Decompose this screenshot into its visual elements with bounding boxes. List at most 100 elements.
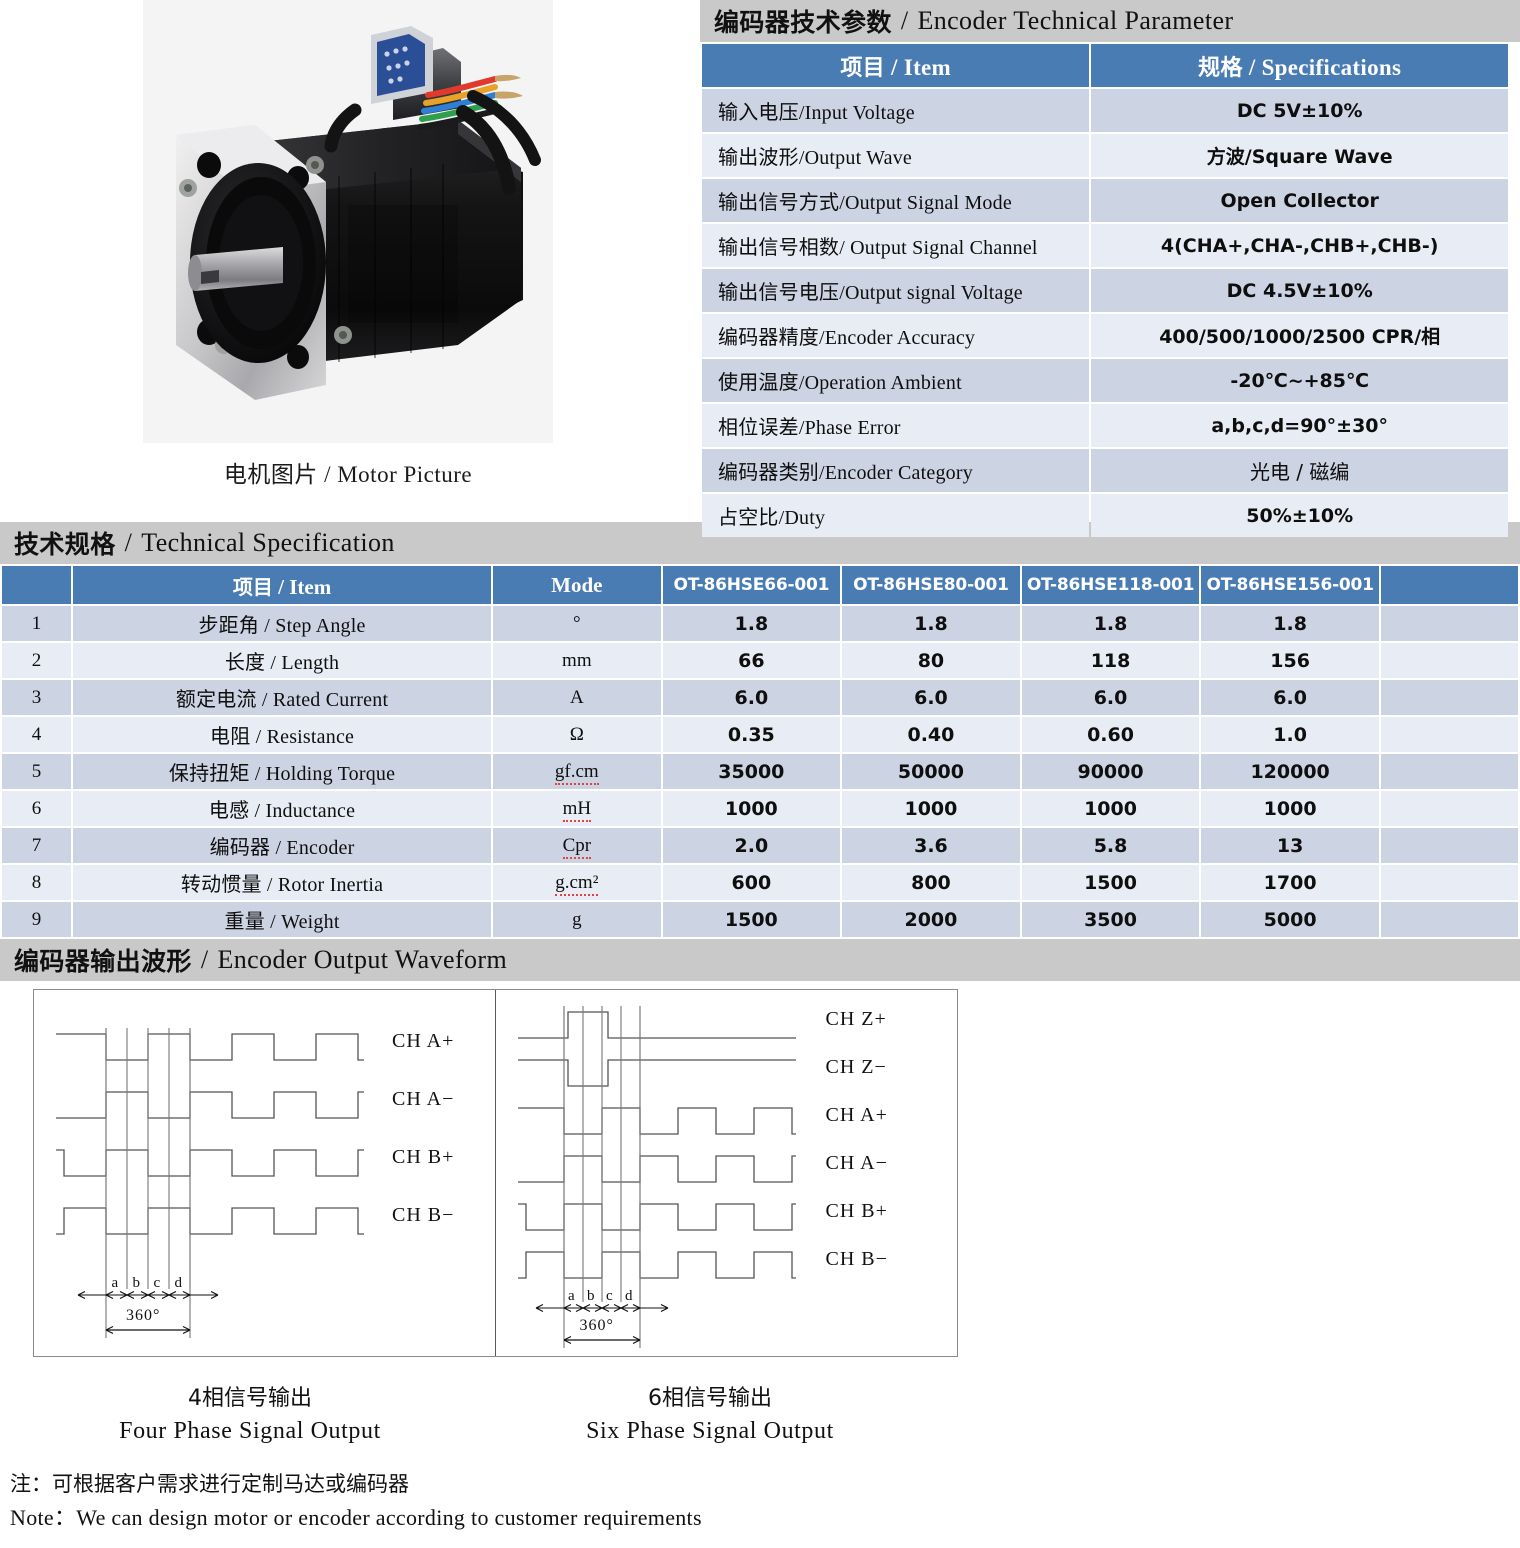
technical-spec-section: 技术规格 / Technical Specification 项目 / Item… [0, 522, 1520, 939]
spec-header-model-2: OT-86HSE80-001 [842, 566, 1020, 604]
encoder-item-value: -20℃~+85℃ [1091, 359, 1508, 402]
spec-row-index: 8 [2, 865, 71, 900]
spec-header-index [2, 566, 71, 604]
table-row: 输入电压/Input Voltage DC 5V±10% [702, 89, 1508, 132]
spec-row-value-2: 0.40 [842, 717, 1020, 752]
waveform-title-cn: 编码器输出波形 [14, 947, 192, 976]
spec-row-value-2: 3.6 [842, 828, 1020, 863]
encoder-item-value: 50%±10% [1091, 494, 1508, 537]
spec-row-unit: Ω [493, 717, 661, 752]
spec-row-value-1: 0.35 [662, 717, 841, 752]
spec-row-value-2: 2000 [842, 902, 1020, 937]
spec-table-header-row: 项目 / Item Mode OT-86HSE66-001 OT-86HSE80-00… [2, 566, 1518, 604]
spec-row-value-1: 600 [662, 865, 841, 900]
table-row: 8 转动惯量 / Rotor Inertia g.cm² 600 800 1500 1700 [2, 865, 1518, 900]
spec-row-unit: ° [493, 606, 661, 641]
encoder-item-label: 输出信号电压/Output signal Voltage [702, 269, 1090, 312]
encoder-item-label: 输出波形/Output Wave [702, 134, 1090, 177]
table-row: 占空比/Duty 50%±10% [702, 494, 1508, 537]
four-phase-caption: 4相信号输出 Four Phase Signal Output [0, 1383, 500, 1448]
spec-row-value-1: 1000 [662, 791, 841, 826]
encoder-header-item-en: Item [903, 54, 951, 80]
motor-photo-column: 电机图片 / Motor Picture [0, 0, 700, 522]
table-row: 3 额定电流 / Rated Current A 6.0 6.0 6.0 6.0 [2, 680, 1518, 715]
spec-row-value-3: 1000 [1021, 791, 1200, 826]
spec-row-unit: gf.cm [493, 754, 661, 789]
encoder-item-label: 输出信号方式/Output Signal Mode [702, 179, 1090, 222]
spec-row-label: 长度 / Length [73, 643, 492, 678]
spec-row-label: 保持扭矩 / Holding Torque [73, 754, 492, 789]
spec-header-model-3: OT-86HSE118-001 [1021, 566, 1200, 604]
spec-row-trailing [1380, 902, 1518, 937]
table-row: 2 长度 / Length mm 66 80 118 156 [2, 643, 1518, 678]
channel-label: CH B− [825, 1248, 888, 1270]
encoder-title-en: Encoder Technical Parameter [917, 6, 1234, 35]
encoder-item-value: 光电 / 磁编 [1091, 449, 1508, 492]
table-row: 7 编码器 / Encoder Cpr 2.0 3.6 5.8 13 [2, 828, 1518, 863]
phase-marker: b [587, 1288, 596, 1304]
encoder-item-label: 占空比/Duty [702, 494, 1090, 537]
spec-row-value-4: 156 [1201, 643, 1379, 678]
spec-row-value-3: 90000 [1021, 754, 1200, 789]
encoder-item-value: 4(CHA+,CHA-,CHB+,CHB-) [1091, 224, 1508, 267]
spec-row-index: 7 [2, 828, 71, 863]
phase-marker: a [111, 1275, 120, 1291]
encoder-item-label: 使用温度/Operation Ambient [702, 359, 1090, 402]
table-row: 4 电阻 / Resistance Ω 0.35 0.40 0.60 1.0 [2, 717, 1518, 752]
spec-row-label: 转动惯量 / Rotor Inertia [73, 865, 492, 900]
table-row: 输出信号方式/Output Signal Mode Open Collector [702, 179, 1508, 222]
channel-label: CH B− [392, 1204, 455, 1226]
table-row: 编码器精度/Encoder Accuracy 400/500/1000/2500 … [702, 314, 1508, 357]
period-label: 360° [126, 1307, 161, 1324]
spec-row-value-4: 6.0 [1201, 680, 1379, 715]
waveform-title-sep: / [200, 945, 209, 974]
spec-row-trailing [1380, 606, 1518, 641]
spec-header-model-1: OT-86HSE66-001 [662, 566, 841, 604]
period-label: 360° [579, 1317, 614, 1334]
waveform-section: 编码器输出波形 / Encoder Output Waveform CH A+ C… [0, 939, 1520, 1448]
spec-title-en: Technical Specification [141, 528, 395, 557]
channel-label: CH B+ [825, 1200, 888, 1222]
spec-header-model-4: OT-86HSE156-001 [1201, 566, 1379, 604]
spec-row-value-1: 6.0 [662, 680, 841, 715]
spec-row-value-3: 0.60 [1021, 717, 1200, 752]
phase-marker: d [174, 1275, 183, 1291]
spec-row-index: 2 [2, 643, 71, 678]
waveform-captions: 4相信号输出 Four Phase Signal Output 6相信号输出 S… [0, 1383, 1520, 1448]
spec-row-value-4: 120000 [1201, 754, 1379, 789]
channel-label: CH A+ [392, 1030, 455, 1052]
waveform-svg [517, 1006, 796, 1348]
footer-notes: 注：可根据客户需求进行定制马达或编码器 Note：We can design m… [10, 1468, 1520, 1535]
spec-row-value-3: 1500 [1021, 865, 1200, 900]
table-row: 输出信号电压/Output signal Voltage DC 4.5V±10% [702, 269, 1508, 312]
channel-label: CH A+ [825, 1104, 888, 1126]
encoder-title-sep: / [900, 6, 909, 35]
four-phase-waveform: CH A+ CH A− CH B+ CH B− a b c d 360° [34, 990, 496, 1356]
table-row: 6 电感 / Inductance mH 1000 1000 1000 1000 [2, 791, 1518, 826]
encoder-header-item-cn: 项目 [840, 55, 885, 81]
spec-row-trailing [1380, 680, 1518, 715]
spec-row-value-3: 6.0 [1021, 680, 1200, 715]
encoder-header-spec-sep: / [1248, 54, 1256, 80]
six-phase-waveform: CH Z+ CH Z− CH A+ CH A− CH B+ CH B− a b c d 360° [496, 990, 958, 1356]
channel-label: CH B+ [392, 1146, 455, 1168]
spec-row-value-4: 5000 [1201, 902, 1379, 937]
top-section: 电机图片 / Motor Picture 编码器技术参数 / Encoder T… [0, 0, 1520, 537]
spec-row-index: 5 [2, 754, 71, 789]
table-row: 输出信号相数/ Output Signal Channel 4(CHA+,CHA-… [702, 224, 1508, 267]
spec-row-index: 9 [2, 902, 71, 937]
spec-row-value-2: 6.0 [842, 680, 1020, 715]
spec-row-value-2: 50000 [842, 754, 1020, 789]
encoder-parameter-section: 编码器技术参数 / Encoder Technical Parameter 项目… [700, 0, 1520, 537]
phase-marker: d [625, 1288, 634, 1304]
spec-row-index: 6 [2, 791, 71, 826]
spec-row-value-3: 1.8 [1021, 606, 1200, 641]
encoder-item-value: DC 5V±10% [1091, 89, 1508, 132]
motor-illustration [143, 0, 553, 443]
spec-row-unit: Cpr [493, 828, 661, 863]
encoder-title-cn: 编码器技术参数 [714, 8, 892, 37]
encoder-item-value: 方波/Square Wave [1091, 134, 1508, 177]
motor-photo [143, 0, 553, 443]
spec-title-cn: 技术规格 [14, 530, 116, 559]
table-row: 输出波形/Output Wave 方波/Square Wave [702, 134, 1508, 177]
